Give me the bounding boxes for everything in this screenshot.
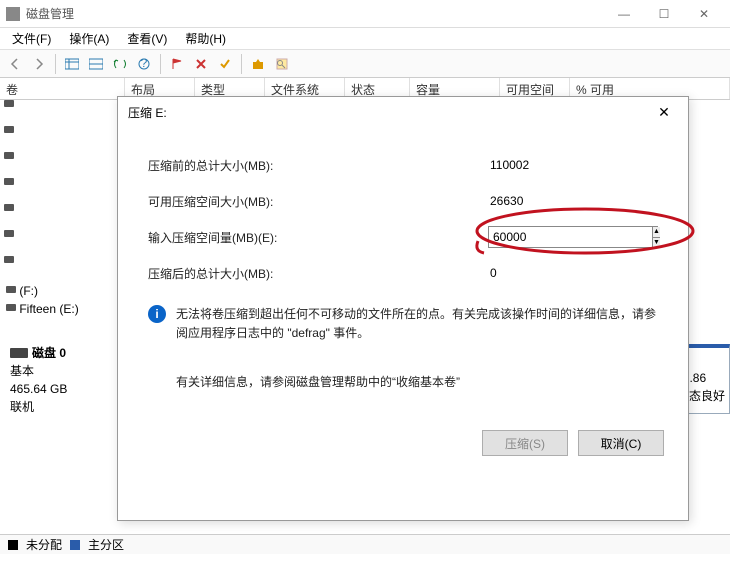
list-item[interactable] — [0, 126, 18, 152]
list-item[interactable] — [0, 256, 18, 282]
toolbar-separator — [160, 54, 161, 74]
toolbar-separator — [55, 54, 56, 74]
toolbar: ? — [0, 50, 730, 78]
list-item[interactable] — [0, 230, 18, 256]
view-list-icon[interactable] — [61, 53, 83, 75]
dialog-body: 压缩前的总计大小(MB): 可用压缩空间大小(MB): 输入压缩空间量(MB)(… — [118, 127, 688, 420]
window-title: 磁盘管理 — [26, 5, 604, 22]
shrink-amount-stepper[interactable]: ▲ ▼ — [488, 226, 658, 248]
properties-icon[interactable] — [271, 53, 293, 75]
disk-name: 磁盘 0 — [32, 344, 66, 362]
volume-icon — [4, 256, 14, 263]
minimize-button[interactable]: — — [604, 1, 644, 27]
help-toolbar-icon[interactable]: ? — [133, 53, 155, 75]
menu-help[interactable]: 帮助(H) — [177, 28, 234, 49]
legend-label-unallocated: 未分配 — [26, 536, 62, 553]
cancel-button[interactable]: 取消(C) — [578, 430, 664, 456]
list-item-fifteen[interactable]: Fifteen (E:) — [6, 302, 79, 316]
spin-down-icon[interactable]: ▼ — [653, 238, 660, 248]
legend-swatch-unallocated — [8, 540, 18, 550]
window-controls: — ☐ ✕ — [604, 1, 724, 27]
disk-size: 465.64 GB — [10, 380, 115, 398]
menubar: 文件(F) 操作(A) 查看(V) 帮助(H) — [0, 28, 730, 50]
volume-icon — [4, 152, 14, 159]
info-text: 无法将卷压缩到超出任何不可移动的文件所在的点。有关完成该操作时间的详细信息，请参… — [176, 305, 658, 343]
list-item[interactable] — [0, 178, 18, 204]
back-icon[interactable] — [4, 53, 26, 75]
label-avail-size: 可用压缩空间大小(MB): — [148, 193, 348, 210]
shrink-button[interactable]: 压缩(S) — [482, 430, 568, 456]
forward-icon[interactable] — [28, 53, 50, 75]
menu-file[interactable]: 文件(F) — [4, 28, 59, 49]
label-after-size: 压缩后的总计大小(MB): — [148, 265, 348, 282]
menu-action[interactable]: 操作(A) — [61, 28, 117, 49]
value-after-size — [488, 264, 658, 282]
spinner: ▲ ▼ — [652, 227, 660, 247]
disk-panel[interactable]: 磁盘 0 基本 465.64 GB 联机 — [10, 344, 115, 416]
dialog-title: 压缩 E: — [128, 104, 650, 121]
list-item-label: Fifteen (E:) — [19, 302, 78, 316]
legend: 未分配 主分区 — [0, 534, 730, 554]
menu-view[interactable]: 查看(V) — [119, 28, 175, 49]
help-text: 有关详细信息，请参阅磁盘管理帮助中的“收缩基本卷” — [176, 373, 658, 390]
view-detail-icon[interactable] — [85, 53, 107, 75]
list-item-f[interactable]: (F:) — [6, 284, 38, 298]
action-flag-icon[interactable] — [166, 53, 188, 75]
legend-label-primary: 主分区 — [88, 536, 124, 553]
volume-icon — [4, 100, 14, 107]
list-item[interactable] — [0, 152, 18, 178]
app-icon — [6, 7, 20, 21]
svg-text:?: ? — [141, 58, 148, 70]
dialog-titlebar: 压缩 E: ✕ — [118, 97, 688, 127]
maximize-button[interactable]: ☐ — [644, 1, 684, 27]
info-icon: i — [148, 305, 166, 323]
col-volume[interactable]: 卷 — [0, 78, 125, 99]
volume-icon — [6, 304, 16, 311]
legend-swatch-primary — [70, 540, 80, 550]
disk-type: 基本 — [10, 362, 115, 380]
close-button[interactable]: ✕ — [684, 1, 724, 27]
disk-status: 联机 — [10, 398, 115, 416]
list-item-label: (F:) — [19, 284, 38, 298]
disk-icon — [10, 348, 28, 358]
volume-icon — [4, 230, 14, 237]
value-before-size — [488, 156, 658, 174]
dialog-close-button[interactable]: ✕ — [650, 101, 678, 123]
label-input-amount: 输入压缩空间量(MB)(E): — [148, 229, 348, 246]
window-titlebar: 磁盘管理 — ☐ ✕ — [0, 0, 730, 28]
toolbar-separator — [241, 54, 242, 74]
volume-icon — [6, 286, 16, 293]
volume-icon — [4, 204, 14, 211]
dialog-buttons: 压缩(S) 取消(C) — [118, 420, 688, 472]
value-avail-size — [488, 192, 658, 210]
label-before-size: 压缩前的总计大小(MB): — [148, 157, 348, 174]
volume-icon — [4, 178, 14, 185]
volume-icon — [4, 126, 14, 133]
check-icon[interactable] — [214, 53, 236, 75]
list-item[interactable] — [0, 204, 18, 230]
wizard-icon[interactable] — [247, 53, 269, 75]
shrink-amount-input[interactable] — [489, 227, 652, 247]
list-item[interactable] — [0, 100, 18, 126]
refresh-icon[interactable] — [109, 53, 131, 75]
delete-icon[interactable] — [190, 53, 212, 75]
spin-up-icon[interactable]: ▲ — [653, 227, 660, 238]
shrink-dialog: 压缩 E: ✕ 压缩前的总计大小(MB): 可用压缩空间大小(MB): 输入压缩… — [117, 96, 689, 521]
